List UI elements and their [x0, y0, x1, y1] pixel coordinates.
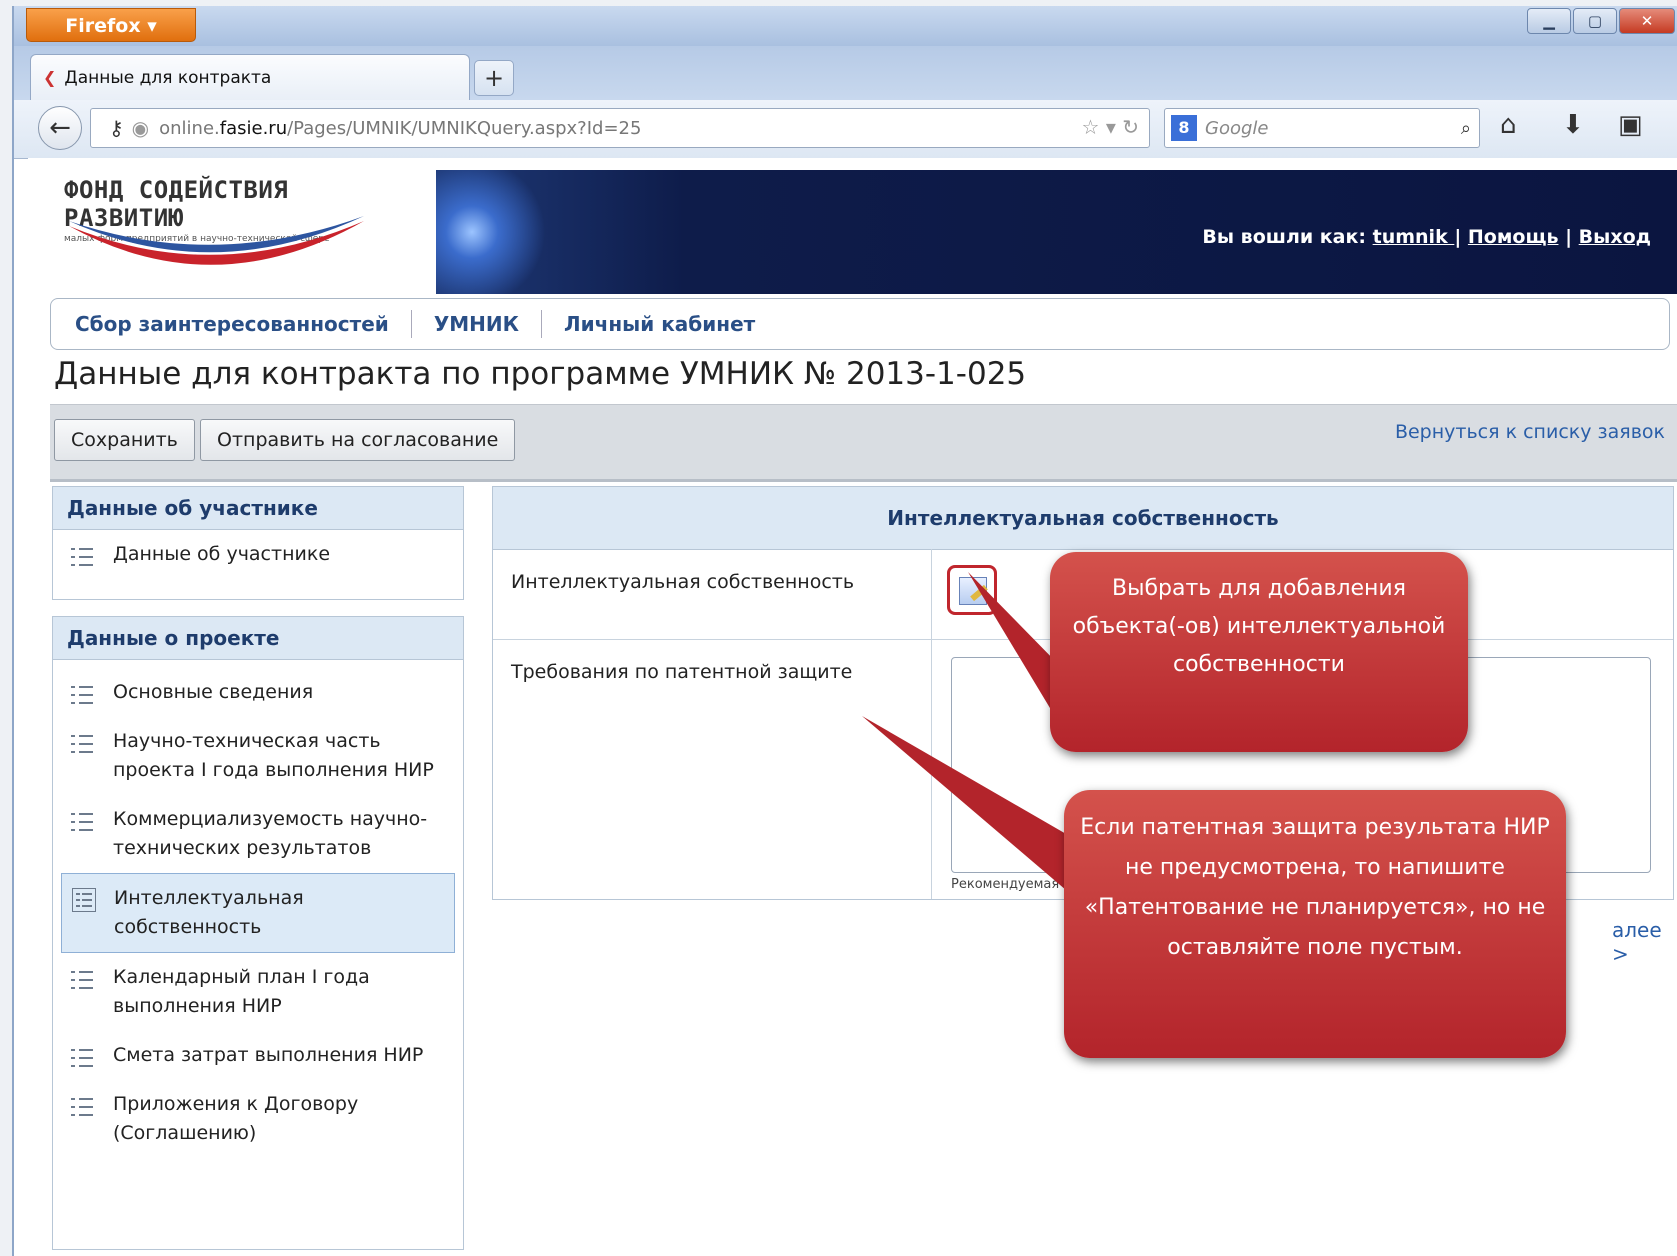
menu-separator	[410, 310, 412, 338]
project-section-header: Данные о проекте	[53, 617, 463, 660]
url-path: /Pages/UMNIK/UMNIKQuery.aspx?Id=25	[287, 117, 642, 139]
search-placeholder: Google	[1205, 117, 1269, 139]
user-bar-separator: |	[1565, 226, 1573, 248]
minimize-button[interactable]: ▁	[1527, 8, 1571, 34]
url-host: fasie.ru	[219, 117, 288, 139]
list-icon	[71, 684, 93, 706]
tab-bar: ❮ Данные для контракта +	[14, 46, 1677, 100]
back-to-list-link[interactable]: Вернуться к списку заявок	[1395, 421, 1665, 443]
action-toolbar: Сохранить Отправить на согласование Верн…	[50, 404, 1677, 482]
sidebar-item-label: Календарный план I года выполнения НИР	[113, 966, 370, 1017]
project-section: Данные о проекте Основные сведения Научн…	[52, 616, 464, 1250]
list-icon	[71, 969, 93, 991]
ip-form-header: Интеллектуальная собственность	[493, 487, 1673, 550]
sidebar-item-participant-data[interactable]: Данные об участнике	[53, 530, 463, 579]
menu-separator	[540, 310, 542, 338]
sidebar-item-label: Основные сведения	[113, 681, 314, 703]
username-link[interactable]: tumnik	[1373, 226, 1455, 248]
sidebar-item-label: Данные об участнике	[113, 543, 331, 565]
user-bar-separator: |	[1454, 226, 1462, 248]
list-icon	[71, 1096, 93, 1118]
url-prefix: online.	[159, 117, 220, 139]
search-icon[interactable]: ⌕	[1461, 118, 1471, 139]
maximize-button[interactable]: ▢	[1573, 8, 1617, 34]
sidebar-item-appendices[interactable]: Приложения к Договору (Соглашению)	[53, 1080, 463, 1158]
participant-section: Данные об участнике Данные об участнике	[52, 486, 464, 600]
menu-item-umnik[interactable]: УМНИК	[434, 312, 519, 336]
callout-patent-hint: Если патентная защита результата НИР не …	[1064, 790, 1566, 1058]
sidebar-item-label: Приложения к Договору (Соглашению)	[113, 1093, 359, 1144]
bookmark-star-icon[interactable]: ☆ ▾ ↻	[1082, 115, 1139, 139]
main-menu: Сбор заинтересованностей УМНИК Личный ка…	[50, 298, 1670, 350]
sidebar-item-calendar-plan[interactable]: Календарный план I года выполнения НИР	[53, 953, 463, 1031]
close-button[interactable]: ✕	[1619, 8, 1675, 34]
url-bar[interactable]: ⚷ ◉ online. fasie.ru/Pages/UMNIK/UMNIKQue…	[90, 108, 1150, 148]
sidebar-item-technical-part[interactable]: Научно-техническая часть проекта I года …	[53, 717, 463, 795]
list-icon	[71, 1047, 93, 1069]
patent-label: Требования по патентной защите	[511, 661, 853, 683]
field-hint: Рекомендуемая	[951, 877, 1060, 892]
edit-ip-icon[interactable]	[947, 565, 997, 615]
sidebar-item-label: Смета затрат выполнения НИР	[113, 1044, 424, 1066]
sidebar-item-label: Коммерциализуемость научно-технических р…	[113, 808, 428, 859]
list-icon	[71, 546, 93, 568]
home-icon[interactable]: ⌂	[1500, 110, 1517, 140]
sidebar-item-intellectual-property[interactable]: Интеллектуальная собственность	[61, 873, 455, 953]
bookmarks-icon[interactable]: ▣	[1618, 110, 1643, 140]
firefox-menu-button[interactable]: Firefox ▾	[26, 8, 196, 42]
send-for-approval-button[interactable]: Отправить на согласование	[200, 419, 516, 461]
site-favicon-icon: ❮	[43, 67, 57, 87]
help-link[interactable]: Помощь	[1468, 226, 1559, 248]
window-controls: ▁ ▢ ✕	[1527, 8, 1675, 34]
logout-link[interactable]: Выход	[1579, 226, 1651, 248]
tab-title: Данные для контракта	[64, 67, 272, 88]
title-bar: Firefox ▾ ▁ ▢ ✕	[14, 6, 1677, 46]
list-icon	[71, 733, 93, 755]
new-tab-button[interactable]: +	[474, 60, 514, 96]
navigation-bar: ← ⚷ ◉ online. fasie.ru/Pages/UMNIK/UMNIKQ…	[14, 100, 1677, 159]
sidebar-item-cost-estimate[interactable]: Смета затрат выполнения НИР	[53, 1031, 463, 1080]
logo-swoosh-icon	[69, 216, 364, 265]
sidebar-item-basic-info[interactable]: Основные сведения	[53, 668, 463, 717]
list-icon	[72, 888, 96, 912]
callout-select-ip: Выбрать для добавления объекта(-ов) инте…	[1050, 552, 1468, 752]
ip-label: Интеллектуальная собственность	[511, 571, 855, 593]
save-button[interactable]: Сохранить	[54, 419, 195, 461]
foundation-logo[interactable]: ФОНД СОДЕЙСТВИЯ РАЗВИТИЮ малых форм пред…	[64, 176, 404, 286]
menu-item-interests[interactable]: Сбор заинтересованностей	[75, 312, 389, 336]
globe-icon: ◉	[131, 116, 150, 140]
logged-in-label: Вы вошли как:	[1202, 226, 1366, 248]
key-icon: ⚷	[109, 116, 124, 140]
sidebar-item-label: Научно-техническая часть проекта I года …	[113, 730, 434, 781]
download-icon[interactable]: ⬇	[1562, 110, 1584, 140]
sidebar-item-label: Интеллектуальная собственность	[114, 887, 304, 938]
participant-section-header: Данные об участнике	[53, 487, 463, 530]
page-title: Данные для контракта по программе УМНИК …	[54, 356, 1027, 392]
next-link[interactable]: алее >	[1612, 918, 1677, 966]
user-bar: Вы вошли как: tumnik | Помощь | Выход	[1202, 226, 1651, 248]
list-icon	[71, 811, 93, 833]
menu-item-cabinet[interactable]: Личный кабинет	[564, 312, 755, 336]
banner-glow	[436, 170, 556, 294]
sidebar-item-commercialization[interactable]: Коммерциализуемость научно-технических р…	[53, 795, 463, 873]
google-icon: 8	[1171, 115, 1197, 141]
search-box[interactable]: 8 Google ⌕	[1164, 108, 1480, 148]
header-banner: Вы вошли как: tumnik | Помощь | Выход	[436, 170, 1677, 294]
back-arrow-icon[interactable]: ←	[38, 106, 82, 150]
tab-contract-data[interactable]: ❮ Данные для контракта	[30, 54, 470, 100]
